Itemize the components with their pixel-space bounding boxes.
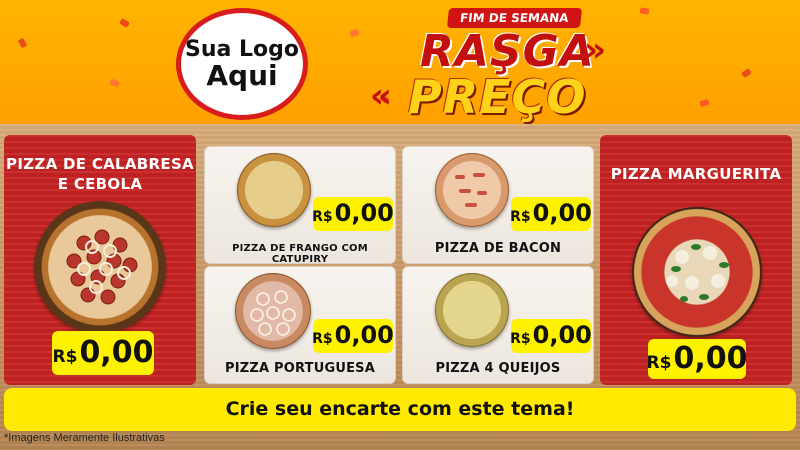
currency-label: R$ — [646, 353, 672, 373]
currency-label: R$ — [510, 209, 531, 225]
calabresa-pizza-image — [34, 201, 166, 333]
price-value: 0,00 — [532, 199, 592, 227]
currency-label: R$ — [52, 347, 78, 367]
product-card-frango: R$ 0,00 PIZZA DE FRANGO COM CATUPIRY — [204, 146, 396, 265]
4-queijos-pizza-image — [435, 273, 509, 347]
currency-label: R$ — [510, 331, 531, 347]
logo-placeholder: Sua Logo Aqui — [176, 8, 308, 120]
price-value: 0,00 — [334, 199, 394, 227]
logo-line1: Sua Logo — [184, 36, 299, 62]
confetti-icon — [109, 78, 120, 88]
footnote: *Imagens Meramente Ilustrativas — [4, 432, 165, 444]
price-tag-frango: R$ 0,00 — [312, 197, 394, 231]
portuguesa-pizza-image — [235, 273, 311, 349]
featured-panel-right: PIZZA MARGUERITA R$ 0,00 — [600, 135, 792, 385]
product-card-4-queijos: R$ 0,00 PIZZA 4 QUEIJOS — [402, 266, 594, 384]
price-tag-4-queijos: R$ 0,00 — [510, 319, 592, 353]
confetti-icon — [741, 67, 752, 79]
header-banner: Sua Logo Aqui FIM DE SEMANA RAŞGA » « PR… — [0, 0, 800, 124]
price-value: 0,00 — [334, 321, 394, 349]
product-name-portuguesa: PIZZA PORTUGUESA — [225, 361, 375, 376]
price-value: 0,00 — [673, 341, 748, 376]
chevron-left-icon: « — [370, 76, 392, 116]
featured-panel-left: PIZZA DE CALABRESA E CEBOLA R$ 0,00 — [4, 135, 196, 385]
product-name-4-queijos: PIZZA 4 QUEIJOS — [435, 361, 561, 376]
confetti-icon — [119, 18, 130, 28]
currency-label: R$ — [312, 331, 333, 347]
price-tag-portuguesa: R$ 0,00 — [312, 319, 394, 353]
product-card-portuguesa: R$ 0,00 PIZZA PORTUGUESA — [204, 266, 396, 384]
featured-right-title: PIZZA MARGUERITA — [610, 165, 782, 183]
currency-label: R$ — [312, 209, 333, 225]
bacon-pizza-image — [435, 153, 509, 227]
chevron-right-icon: » — [584, 30, 606, 70]
product-name-bacon: PIZZA DE BACON — [434, 241, 562, 256]
weekend-tag: FIM DE SEMANA — [446, 8, 582, 28]
featured-left-title-line2: E CEBOLA — [57, 175, 143, 193]
frango-pizza-image — [237, 153, 311, 227]
logo-line2: Aqui — [206, 58, 278, 92]
price-value: 0,00 — [79, 335, 154, 370]
price-tag-bacon: R$ 0,00 — [510, 197, 592, 231]
confetti-icon — [699, 98, 710, 108]
banner-title-line2: PREÇO — [408, 70, 587, 124]
cta-banner: Crie seu encarte com este tema! — [4, 388, 796, 431]
price-tag-calabresa: R$ 0,00 — [52, 331, 154, 375]
price-tag-marguerita: R$ 0,00 — [646, 339, 748, 379]
price-value: 0,00 — [532, 321, 592, 349]
featured-left-title-line1: PIZZA DE CALABRESA — [6, 155, 194, 173]
confetti-icon — [349, 28, 360, 38]
product-card-bacon: R$ 0,00 PIZZA DE BACON — [402, 146, 594, 264]
product-name-frango: PIZZA DE FRANGO COM CATUPIRY — [232, 243, 368, 265]
confetti-icon — [639, 7, 650, 15]
confetti-icon — [17, 37, 28, 49]
marguerita-pizza-image — [632, 207, 762, 337]
